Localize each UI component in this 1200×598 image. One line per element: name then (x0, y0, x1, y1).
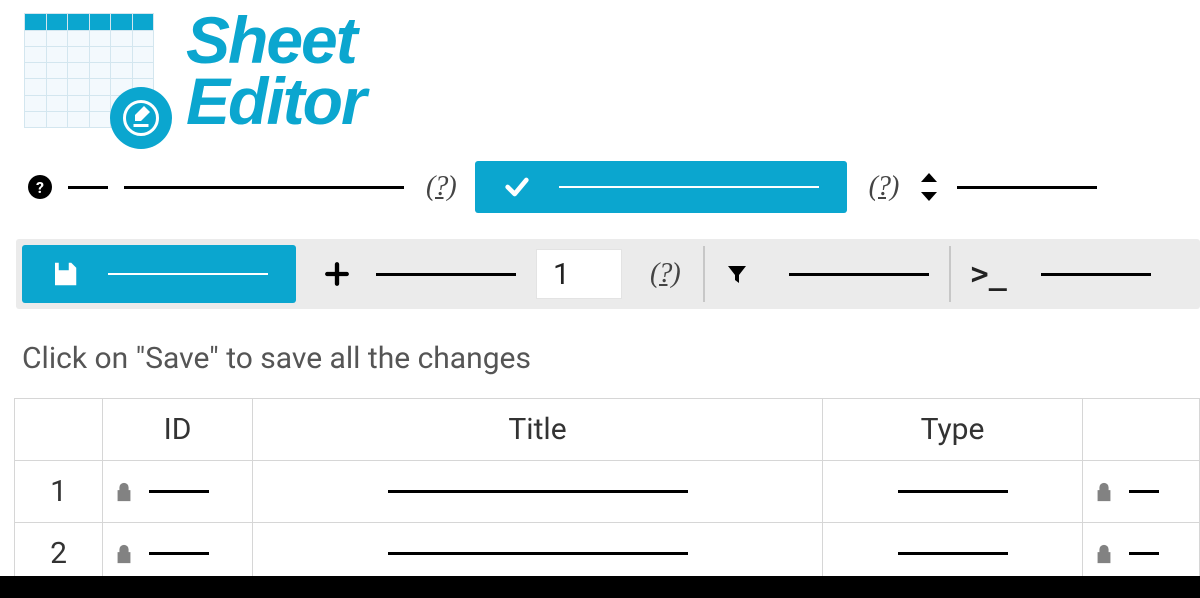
filter-field-1-label (68, 186, 108, 189)
cell-extra-value (1129, 552, 1159, 555)
plus-icon[interactable] (324, 261, 350, 287)
lock-icon (1093, 480, 1115, 504)
cell-type-value (898, 490, 1008, 493)
sort-icon[interactable] (917, 171, 941, 203)
cell-id[interactable] (103, 461, 253, 523)
add-rows-label (376, 273, 516, 276)
logo-badge-icon (110, 87, 172, 149)
save-hint: Click on "Save" to save all the changes (22, 341, 1200, 376)
save-button[interactable] (22, 245, 296, 303)
col-header-extra[interactable] (1083, 399, 1200, 461)
cell-id-value (149, 490, 209, 493)
lock-icon (113, 480, 135, 504)
logo-line2: Editor (186, 71, 365, 132)
funnel-icon (725, 262, 749, 286)
logo-line1: Sheet (186, 10, 365, 71)
table-row: 1 (15, 461, 1200, 523)
col-header-id[interactable]: ID (103, 399, 253, 461)
filter-help-link-2[interactable]: ( ? ) (869, 171, 896, 203)
cell-extra-value (1129, 490, 1159, 493)
filter-button-label (789, 273, 929, 276)
filter-field-2[interactable] (957, 186, 1097, 189)
rows-to-add-input[interactable]: 1 (536, 249, 622, 299)
toolbar-separator-1 (703, 246, 705, 302)
col-header-title[interactable]: Title (253, 399, 823, 461)
toolbar-separator-2 (949, 246, 951, 302)
header-row: ID Title Type (15, 399, 1200, 461)
save-button-label (108, 273, 268, 275)
bottom-bar (0, 576, 1200, 598)
lock-icon (113, 542, 135, 566)
cell-type[interactable] (823, 461, 1083, 523)
apply-filter-button[interactable] (475, 161, 847, 213)
col-header-type[interactable]: Type (823, 399, 1083, 461)
save-icon (50, 259, 80, 289)
filter-help-link-1[interactable]: ( ? ) (426, 171, 453, 203)
toolbar: 1 ( ? ) >_ (16, 239, 1200, 309)
lock-icon (1093, 542, 1115, 566)
cell-id-value (149, 552, 209, 555)
toolbar-help-link[interactable]: ( ? ) (650, 258, 677, 290)
cell-title-value (388, 490, 688, 493)
cell-title[interactable] (253, 461, 823, 523)
filter-field-1[interactable] (124, 186, 404, 189)
app-logo: Sheet Editor (0, 0, 1200, 131)
command-button[interactable]: >_ (971, 257, 1151, 292)
filter-button[interactable] (725, 262, 929, 286)
add-rows-group (324, 261, 516, 287)
cell-type-value (898, 552, 1008, 555)
logo-text: Sheet Editor (186, 10, 365, 131)
cell-title-value (388, 552, 688, 555)
col-header-rownum[interactable] (15, 399, 103, 461)
filter-bar: ? ( ? ) ( ? ) (28, 161, 1200, 213)
spreadsheet: ID Title Type 1 (14, 398, 1200, 585)
cell-extra[interactable] (1083, 461, 1200, 523)
row-number[interactable]: 1 (15, 461, 103, 523)
terminal-icon: >_ (971, 257, 1007, 292)
check-icon (503, 173, 531, 201)
apply-filter-label (559, 186, 819, 188)
help-icon[interactable]: ? (28, 175, 52, 199)
command-button-label (1041, 273, 1151, 276)
